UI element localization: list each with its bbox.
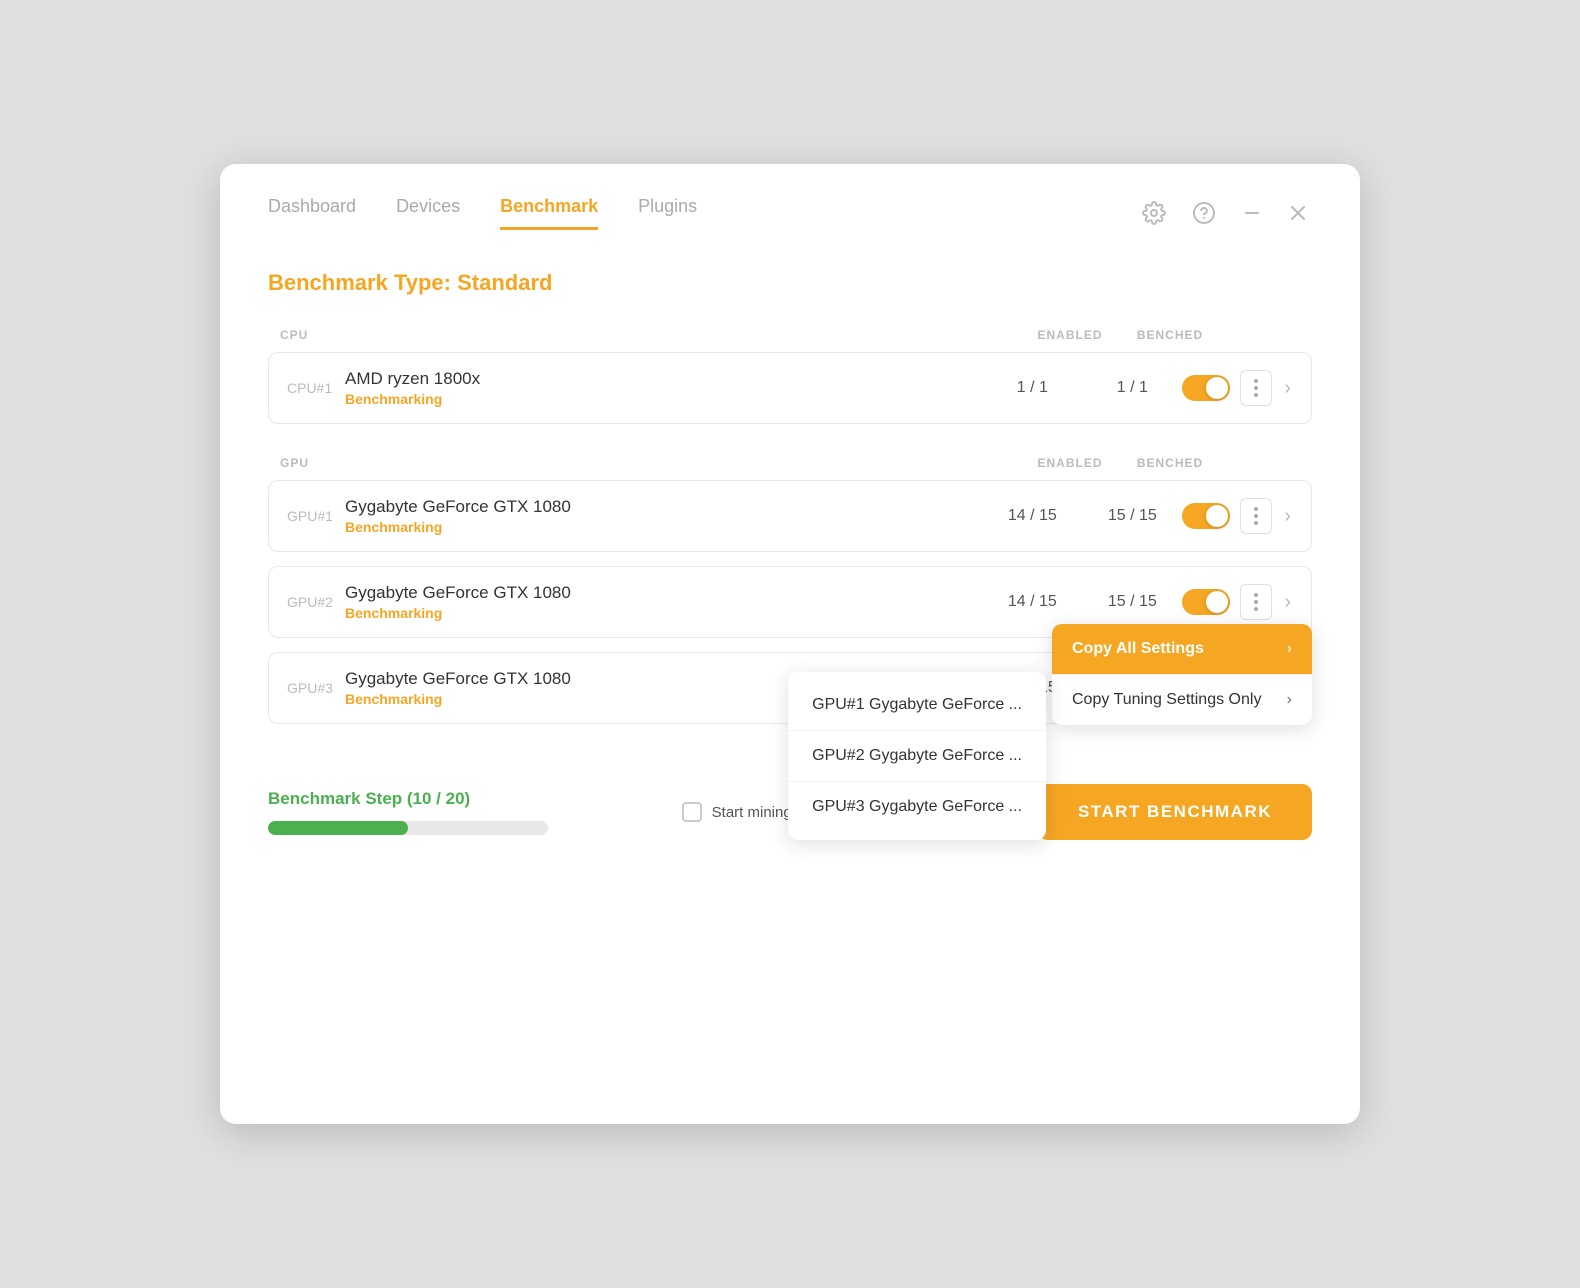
gpu1-enabled-count: 14 / 15 bbox=[982, 507, 1082, 525]
minimize-icon bbox=[1242, 203, 1262, 223]
close-button[interactable] bbox=[1284, 199, 1312, 227]
copy-all-chevron-icon: › bbox=[1287, 640, 1292, 658]
dot-2 bbox=[1254, 386, 1258, 390]
gpu1-benched-count: 15 / 15 bbox=[1082, 507, 1182, 525]
benchmark-type: Benchmark Type: Standard bbox=[268, 270, 1312, 296]
dot-2 bbox=[1254, 600, 1258, 604]
dot-3 bbox=[1254, 607, 1258, 611]
cpu-row-1: CPU#1 AMD ryzen 1800x Benchmarking 1 / 1… bbox=[268, 352, 1312, 424]
context-menu: Copy All Settings › Copy Tuning Settings… bbox=[1052, 624, 1312, 725]
gpu2-device-status: Benchmarking bbox=[345, 605, 982, 621]
cpu-enabled-count: 1 / 1 bbox=[982, 379, 1082, 397]
gpu1-chevron-button[interactable]: › bbox=[1282, 501, 1293, 532]
help-icon bbox=[1192, 201, 1216, 225]
gpu2-chevron-button[interactable]: › bbox=[1282, 587, 1293, 618]
tab-devices[interactable]: Devices bbox=[396, 196, 460, 230]
submenu-item-gpu1[interactable]: GPU#1 Gygabyte GeForce ... bbox=[788, 680, 1046, 731]
app-window: Dashboard Devices Benchmark Plugins bbox=[220, 164, 1360, 1124]
nav-actions bbox=[1138, 197, 1312, 229]
gpu2-toggle[interactable] bbox=[1182, 589, 1230, 615]
nav-bar: Dashboard Devices Benchmark Plugins bbox=[220, 164, 1360, 230]
cpu-benched-count: 1 / 1 bbox=[1082, 379, 1182, 397]
gpu1-more-button[interactable] bbox=[1240, 498, 1272, 534]
cpu-section: CPU ENABLED BENCHED CPU#1 AMD ryzen 1800… bbox=[268, 328, 1312, 424]
copy-all-settings-item[interactable]: Copy All Settings › bbox=[1052, 624, 1312, 674]
footer-left: Benchmark Step (10 / 20) bbox=[268, 789, 548, 835]
tab-plugins[interactable]: Plugins bbox=[638, 196, 697, 230]
dot-1 bbox=[1254, 593, 1258, 597]
progress-bar bbox=[268, 821, 548, 835]
close-icon bbox=[1288, 203, 1308, 223]
progress-bar-fill bbox=[268, 821, 408, 835]
tab-benchmark[interactable]: Benchmark bbox=[500, 196, 598, 230]
nav-tabs: Dashboard Devices Benchmark Plugins bbox=[268, 196, 697, 230]
gpu2-device-actions: › bbox=[1182, 584, 1293, 620]
gpu1-device-status: Benchmarking bbox=[345, 519, 982, 535]
gear-icon bbox=[1142, 201, 1166, 225]
submenu-item-gpu2[interactable]: GPU#2 Gygabyte GeForce ... bbox=[788, 731, 1046, 782]
gpu2-more-button[interactable] bbox=[1240, 584, 1272, 620]
gpu-row-1: GPU#1 Gygabyte GeForce GTX 1080 Benchmar… bbox=[268, 480, 1312, 552]
dot-3 bbox=[1254, 393, 1258, 397]
gpu1-toggle[interactable] bbox=[1182, 503, 1230, 529]
tab-dashboard[interactable]: Dashboard bbox=[268, 196, 356, 230]
dot-1 bbox=[1254, 507, 1258, 511]
cpu-toggle[interactable] bbox=[1182, 375, 1230, 401]
cpu-more-button[interactable] bbox=[1240, 370, 1272, 406]
gpu2-device-name: Gygabyte GeForce GTX 1080 bbox=[345, 583, 982, 603]
copy-tuning-chevron-icon: › bbox=[1287, 691, 1292, 709]
submenu-item-gpu3[interactable]: GPU#3 Gygabyte GeForce ... bbox=[788, 782, 1046, 832]
gpu1-device-name: Gygabyte GeForce GTX 1080 bbox=[345, 497, 982, 517]
dot-1 bbox=[1254, 379, 1258, 383]
context-menu-area: GPU#1 Gygabyte GeForce ... GPU#2 Gygabyt… bbox=[788, 624, 1312, 840]
minimize-button[interactable] bbox=[1238, 199, 1266, 227]
help-button[interactable] bbox=[1188, 197, 1220, 229]
cpu-chevron-button[interactable]: › bbox=[1282, 373, 1293, 404]
gpu2-enabled-count: 14 / 15 bbox=[982, 593, 1082, 611]
cpu-device-actions: › bbox=[1182, 370, 1293, 406]
start-mining-checkbox[interactable] bbox=[682, 802, 702, 822]
gpu1-device-actions: › bbox=[1182, 498, 1293, 534]
dot-3 bbox=[1254, 521, 1258, 525]
copy-tuning-settings-item[interactable]: Copy Tuning Settings Only › bbox=[1052, 674, 1312, 725]
gpu-section-header: GPU ENABLED BENCHED bbox=[268, 456, 1312, 470]
cpu-device-name: AMD ryzen 1800x bbox=[345, 369, 982, 389]
gpu2-benched-count: 15 / 15 bbox=[1082, 593, 1182, 611]
cpu-device-status: Benchmarking bbox=[345, 391, 982, 407]
settings-button[interactable] bbox=[1138, 197, 1170, 229]
submenu-list: GPU#1 Gygabyte GeForce ... GPU#2 Gygabyt… bbox=[788, 672, 1046, 840]
dot-2 bbox=[1254, 514, 1258, 518]
benchmark-step-label: Benchmark Step (10 / 20) bbox=[268, 789, 548, 809]
cpu-section-header: CPU ENABLED BENCHED bbox=[268, 328, 1312, 342]
